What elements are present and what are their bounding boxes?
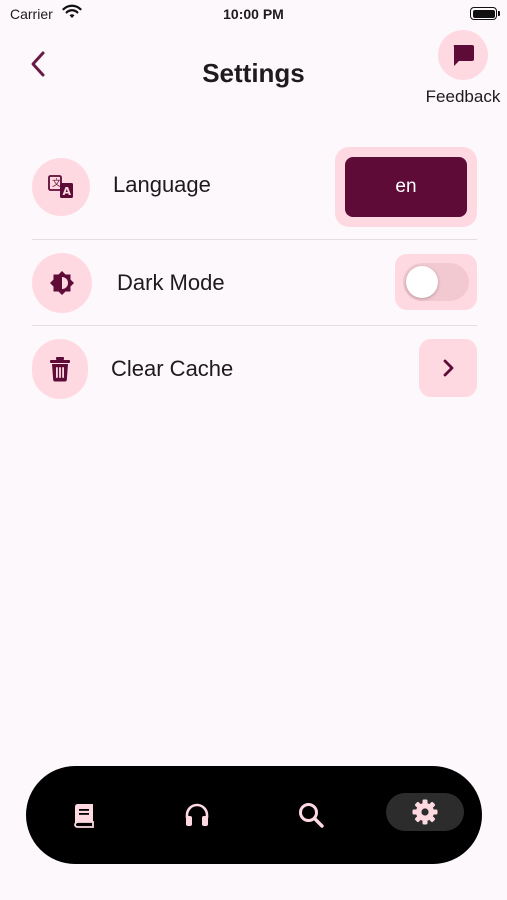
chevron-right-icon (443, 359, 454, 377)
feedback-label: Feedback (425, 87, 501, 106)
dark-mode-icon-circle (32, 253, 92, 313)
feedback-icon-circle[interactable] (438, 30, 488, 80)
search-icon (299, 803, 324, 828)
trash-icon (50, 357, 70, 382)
clock: 10:00 PM (223, 6, 284, 22)
clear-cache-icon-circle (32, 339, 88, 399)
clear-cache-label: Clear Cache (111, 356, 234, 381)
clear-cache-row[interactable]: Clear Cache (32, 338, 477, 399)
dark-mode-row: Dark Mode (32, 252, 477, 313)
divider (32, 239, 477, 240)
nav-item-audio[interactable] (172, 792, 222, 838)
svg-text:文: 文 (52, 177, 61, 189)
language-icon-circle: 文 A (32, 158, 90, 216)
nav-item-library[interactable] (58, 792, 108, 838)
language-label: Language (113, 172, 211, 197)
dark-mode-label: Dark Mode (117, 270, 225, 295)
brightness-icon (50, 271, 74, 295)
status-bar: Carrier 10:00 PM (0, 0, 507, 30)
dark-mode-toggle[interactable] (395, 254, 477, 310)
toggle-track[interactable] (403, 263, 469, 301)
feedback-button[interactable]: Feedback (421, 30, 505, 110)
svg-text:A: A (63, 185, 72, 198)
toggle-knob[interactable] (406, 266, 438, 298)
translate-icon: 文 A (48, 175, 73, 198)
battery-icon (470, 7, 500, 20)
language-select[interactable]: en (335, 147, 477, 227)
language-row: 文 A Language en (32, 146, 477, 228)
headphones-icon (185, 803, 209, 826)
divider (32, 325, 477, 326)
gear-icon (412, 799, 438, 825)
language-value[interactable]: en (345, 157, 467, 217)
nav-item-search[interactable] (286, 792, 336, 838)
book-icon (74, 804, 94, 828)
nav-item-settings[interactable] (386, 793, 464, 831)
chat-bubble-icon (453, 45, 474, 66)
bottom-nav (26, 766, 482, 864)
clear-cache-button[interactable] (419, 339, 477, 397)
